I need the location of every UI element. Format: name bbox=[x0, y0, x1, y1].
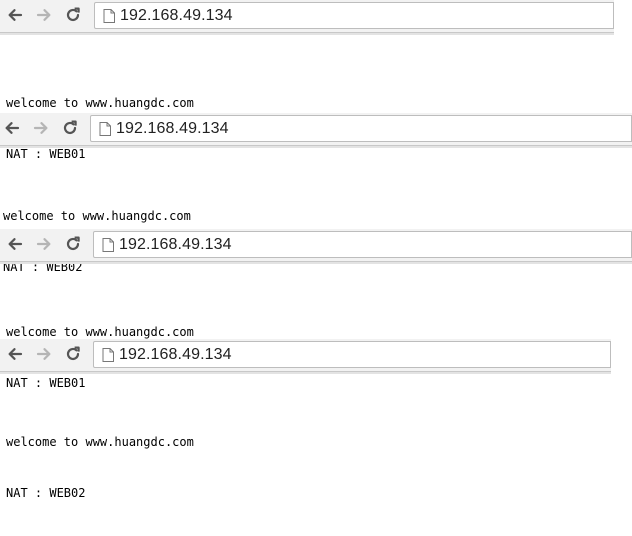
reload-button[interactable] bbox=[64, 345, 82, 363]
browser-window-2: 192.168.49.134 welcome to www.huangdc.co… bbox=[0, 113, 632, 274]
browser-window-1: 192.168.49.134 welcome to www.huangdc.co… bbox=[0, 0, 632, 161]
url-text: 192.168.49.134 bbox=[119, 236, 232, 253]
page-icon bbox=[103, 9, 115, 23]
address-bar[interactable]: 192.168.49.134 bbox=[93, 231, 632, 258]
back-button[interactable] bbox=[6, 345, 24, 363]
reload-button[interactable] bbox=[61, 119, 79, 137]
back-arrow-icon bbox=[8, 238, 23, 250]
forward-arrow-icon bbox=[36, 9, 51, 21]
browser-window-4: 192.168.49.134 welcome to www.huangdc.co… bbox=[0, 339, 632, 500]
forward-arrow-icon bbox=[36, 348, 51, 360]
address-bar[interactable]: 192.168.49.134 bbox=[94, 2, 614, 29]
page-icon bbox=[102, 238, 114, 252]
browser-toolbar: 192.168.49.134 bbox=[0, 113, 632, 148]
welcome-text: welcome to www.huangdc.com bbox=[6, 96, 194, 110]
forward-button[interactable] bbox=[32, 119, 50, 137]
address-bar[interactable]: 192.168.49.134 bbox=[90, 115, 632, 142]
browser-toolbar: 192.168.49.134 bbox=[0, 339, 611, 374]
page-icon bbox=[102, 348, 114, 362]
back-arrow-icon bbox=[8, 9, 23, 21]
browser-window-3: 192.168.49.134 welcome to www.huangdc.co… bbox=[0, 229, 632, 390]
url-text: 192.168.49.134 bbox=[120, 7, 233, 24]
reload-icon bbox=[66, 7, 80, 22]
back-button[interactable] bbox=[3, 119, 21, 137]
reload-button[interactable] bbox=[64, 235, 82, 253]
url-text: 192.168.49.134 bbox=[116, 120, 229, 137]
reload-icon bbox=[66, 346, 80, 361]
back-arrow-icon bbox=[8, 348, 23, 360]
page-content: welcome to www.huangdc.com NAT : WEB02 bbox=[6, 400, 194, 536]
forward-arrow-icon bbox=[33, 122, 48, 134]
address-bar[interactable]: 192.168.49.134 bbox=[93, 341, 611, 368]
url-text: 192.168.49.134 bbox=[119, 346, 232, 363]
reload-icon bbox=[63, 120, 77, 135]
browser-toolbar: 192.168.49.134 bbox=[0, 0, 614, 35]
welcome-text: welcome to www.huangdc.com bbox=[6, 435, 194, 449]
page-icon bbox=[99, 122, 111, 136]
forward-arrow-icon bbox=[36, 238, 51, 250]
welcome-text: welcome to www.huangdc.com bbox=[3, 209, 191, 223]
forward-button[interactable] bbox=[35, 345, 53, 363]
forward-button[interactable] bbox=[35, 235, 53, 253]
reload-button[interactable] bbox=[64, 6, 82, 24]
reload-icon bbox=[66, 236, 80, 251]
back-arrow-icon bbox=[5, 122, 20, 134]
back-button[interactable] bbox=[6, 6, 24, 24]
server-label: NAT : WEB02 bbox=[6, 486, 86, 500]
back-button[interactable] bbox=[6, 235, 24, 253]
browser-toolbar: 192.168.49.134 bbox=[0, 229, 632, 264]
forward-button[interactable] bbox=[35, 6, 53, 24]
